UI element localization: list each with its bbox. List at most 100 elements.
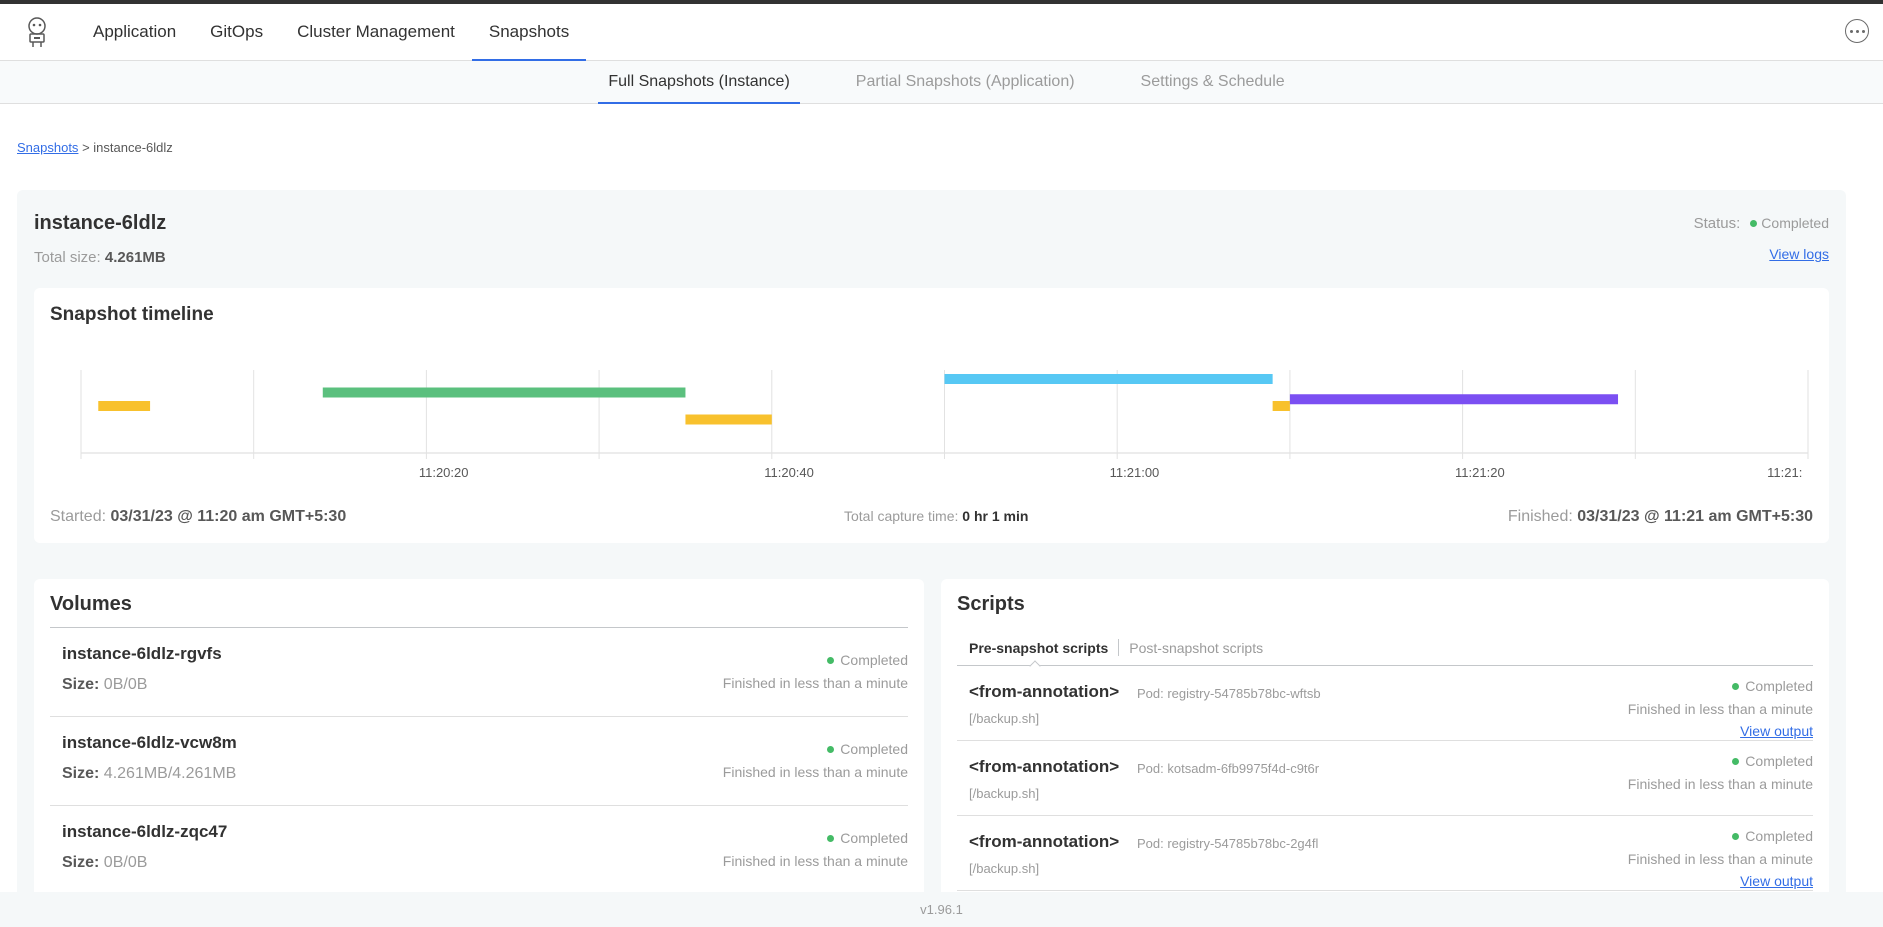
view-output-link[interactable]: View output bbox=[1740, 873, 1813, 889]
nav-tab-cluster-management[interactable]: Cluster Management bbox=[280, 4, 472, 60]
tab-pre-snapshot-scripts[interactable]: Pre-snapshot scripts bbox=[969, 640, 1108, 656]
sub-nav: Full Snapshots (Instance) Partial Snapsh… bbox=[0, 61, 1883, 104]
capture-value: 0 hr 1 min bbox=[962, 508, 1029, 524]
finished-label: Finished: bbox=[1507, 508, 1573, 525]
list-item: <from-annotation> Pod: registry-54785b78… bbox=[957, 816, 1813, 891]
status-dot-icon bbox=[1732, 683, 1740, 690]
tab-settings-schedule[interactable]: Settings & Schedule bbox=[1131, 61, 1295, 103]
list-item: <from-annotation> Pod: kotsadm-6fb9975f4… bbox=[957, 741, 1813, 816]
volume-name: instance-6ldlz-zqc47 bbox=[62, 822, 228, 841]
started-label: Started: bbox=[50, 508, 107, 525]
timeline-started: Started: 03/31/23 @ 11:20 am GMT+5:30 bbox=[50, 508, 346, 526]
more-options-icon[interactable] bbox=[1845, 19, 1869, 43]
status-badge: Completed bbox=[1732, 753, 1813, 769]
timeline-finished: Finished: 03/31/23 @ 11:21 am GMT+5:30 bbox=[1508, 508, 1813, 526]
tab-divider bbox=[1118, 639, 1120, 656]
timeline-capture-time: Total capture time: 0 hr 1 min bbox=[844, 508, 1028, 524]
script-status: Completed bbox=[1745, 753, 1813, 769]
timeline-chart: 11:20:20 11:20:40 11:21:00 11:21:20 11:21: bbox=[80, 370, 1809, 480]
list-item: instance-6ldlz-zqc47 Size: 0B/0B Complet… bbox=[50, 806, 908, 895]
started-value: 03/31/23 @ 11:20 am GMT+5:30 bbox=[110, 508, 347, 525]
snapshot-timeline-card: Snapshot timeline 11:20:20 11:20:40 11:21:… bbox=[34, 288, 1829, 543]
status-label: Status: bbox=[1693, 215, 1741, 232]
scripts-tabs: Pre-snapshot scripts Post-snapshot scrip… bbox=[969, 639, 1263, 656]
volumes-list: instance-6ldlz-rgvfs Size: 0B/0B Complet… bbox=[50, 627, 908, 895]
list-item: instance-6ldlz-vcw8m Size: 4.261MB/4.261… bbox=[50, 717, 908, 806]
volume-duration: Finished in less than a minute bbox=[722, 675, 908, 691]
status-dot-icon bbox=[827, 746, 835, 753]
status-dot-icon bbox=[1750, 220, 1758, 227]
timeline-tick-label: 11:21: bbox=[1767, 465, 1802, 480]
total-size-value: 4.261MB bbox=[104, 249, 166, 266]
script-duration: Finished in less than a minute bbox=[1627, 701, 1813, 717]
breadcrumb-snapshots-link[interactable]: Snapshots bbox=[17, 140, 78, 155]
timeline-tick-label: 11:21:20 bbox=[1455, 465, 1505, 480]
footer-version: v1.96.1 bbox=[0, 892, 1883, 927]
script-status: Completed bbox=[1745, 678, 1813, 694]
list-item: <from-annotation> Pod: registry-54785b78… bbox=[957, 666, 1813, 741]
script-name: <from-annotation> bbox=[969, 682, 1120, 701]
nav-tab-application[interactable]: Application bbox=[76, 4, 193, 60]
view-logs-link[interactable]: View logs bbox=[1769, 246, 1829, 262]
script-pod: Pod: registry-54785b78bc-2g4fl bbox=[1137, 836, 1319, 851]
script-pod: Pod: kotsadm-6fb9975f4d-c9t6r bbox=[1137, 761, 1320, 776]
finished-value: 03/31/23 @ 11:21 am GMT+5:30 bbox=[1577, 508, 1813, 525]
volume-name: instance-6ldlz-vcw8m bbox=[62, 733, 237, 752]
volumes-card: Volumes instance-6ldlz-rgvfs Size: 0B/0B… bbox=[34, 579, 924, 904]
tab-partial-snapshots[interactable]: Partial Snapshots (Application) bbox=[846, 61, 1085, 103]
volume-size-label: Size: bbox=[62, 676, 100, 693]
nav-tab-gitops[interactable]: GitOps bbox=[193, 4, 280, 60]
tab-post-snapshot-scripts[interactable]: Post-snapshot scripts bbox=[1129, 640, 1263, 656]
breadcrumb-separator: > bbox=[82, 140, 90, 155]
status-dot-icon bbox=[1732, 833, 1740, 840]
timeline-bar bbox=[98, 401, 151, 411]
instance-title: instance-6ldlz bbox=[34, 212, 167, 234]
breadcrumb: Snapshots > instance-6ldlz bbox=[17, 140, 173, 155]
scripts-card: Scripts Pre-snapshot scripts Post-snapsh… bbox=[941, 579, 1829, 904]
status-dot-icon bbox=[827, 835, 835, 842]
instance-status: Status: Completed bbox=[1694, 215, 1829, 232]
status-badge: Completed bbox=[827, 830, 908, 846]
script-status: Completed bbox=[1745, 828, 1813, 844]
volume-size-value: 0B/0B bbox=[103, 854, 148, 871]
status-value: Completed bbox=[1761, 215, 1829, 231]
volume-size: Size: 4.261MB/4.261MB bbox=[62, 765, 236, 783]
snapshot-detail-card: instance-6ldlz Total size: 4.261MB Statu… bbox=[17, 190, 1846, 904]
volume-size-value: 4.261MB/4.261MB bbox=[103, 765, 237, 782]
status-dot-icon bbox=[1732, 758, 1740, 765]
volume-status: Completed bbox=[840, 741, 908, 757]
timeline-bar bbox=[1289, 394, 1619, 405]
script-command: [/backup.sh] bbox=[969, 861, 1040, 876]
volume-name: instance-6ldlz-rgvfs bbox=[62, 644, 222, 663]
status-badge: Completed bbox=[827, 741, 908, 757]
volume-size: Size: 0B/0B bbox=[62, 854, 147, 872]
view-output-link[interactable]: View output bbox=[1740, 723, 1813, 739]
nav-tab-snapshots[interactable]: Snapshots bbox=[471, 4, 587, 61]
status-badge: Completed bbox=[1732, 678, 1813, 694]
volume-size-label: Size: bbox=[62, 854, 100, 871]
volume-size-label: Size: bbox=[62, 765, 100, 782]
timeline-bar bbox=[944, 374, 1273, 384]
timeline-tick-label: 11:20:20 bbox=[419, 465, 469, 480]
capture-label: Total capture time: bbox=[844, 508, 959, 524]
script-pod: Pod: registry-54785b78bc-wftsb bbox=[1137, 686, 1321, 701]
volume-status: Completed bbox=[840, 652, 908, 668]
kots-logo-icon[interactable] bbox=[20, 15, 54, 49]
volume-status: Completed bbox=[840, 830, 908, 846]
total-size-label: Total size: bbox=[34, 249, 101, 266]
scripts-title: Scripts bbox=[957, 593, 1025, 615]
timeline-bar bbox=[1272, 401, 1290, 411]
volume-size: Size: 0B/0B bbox=[62, 676, 147, 694]
status-badge: Completed bbox=[1732, 828, 1813, 844]
timeline-tick-label: 11:21:00 bbox=[1110, 465, 1160, 480]
total-size: Total size: 4.261MB bbox=[34, 249, 166, 266]
volume-duration: Finished in less than a minute bbox=[722, 764, 908, 780]
scripts-list: <from-annotation> Pod: registry-54785b78… bbox=[957, 665, 1813, 891]
script-duration: Finished in less than a minute bbox=[1627, 776, 1813, 792]
status-badge: Completed bbox=[827, 652, 908, 668]
script-duration: Finished in less than a minute bbox=[1627, 851, 1813, 867]
tab-full-snapshots[interactable]: Full Snapshots (Instance) bbox=[598, 61, 801, 104]
top-nav: Application GitOps Cluster Management Sn… bbox=[0, 4, 1883, 61]
script-command: [/backup.sh] bbox=[969, 786, 1040, 801]
volume-size-value: 0B/0B bbox=[103, 676, 148, 693]
